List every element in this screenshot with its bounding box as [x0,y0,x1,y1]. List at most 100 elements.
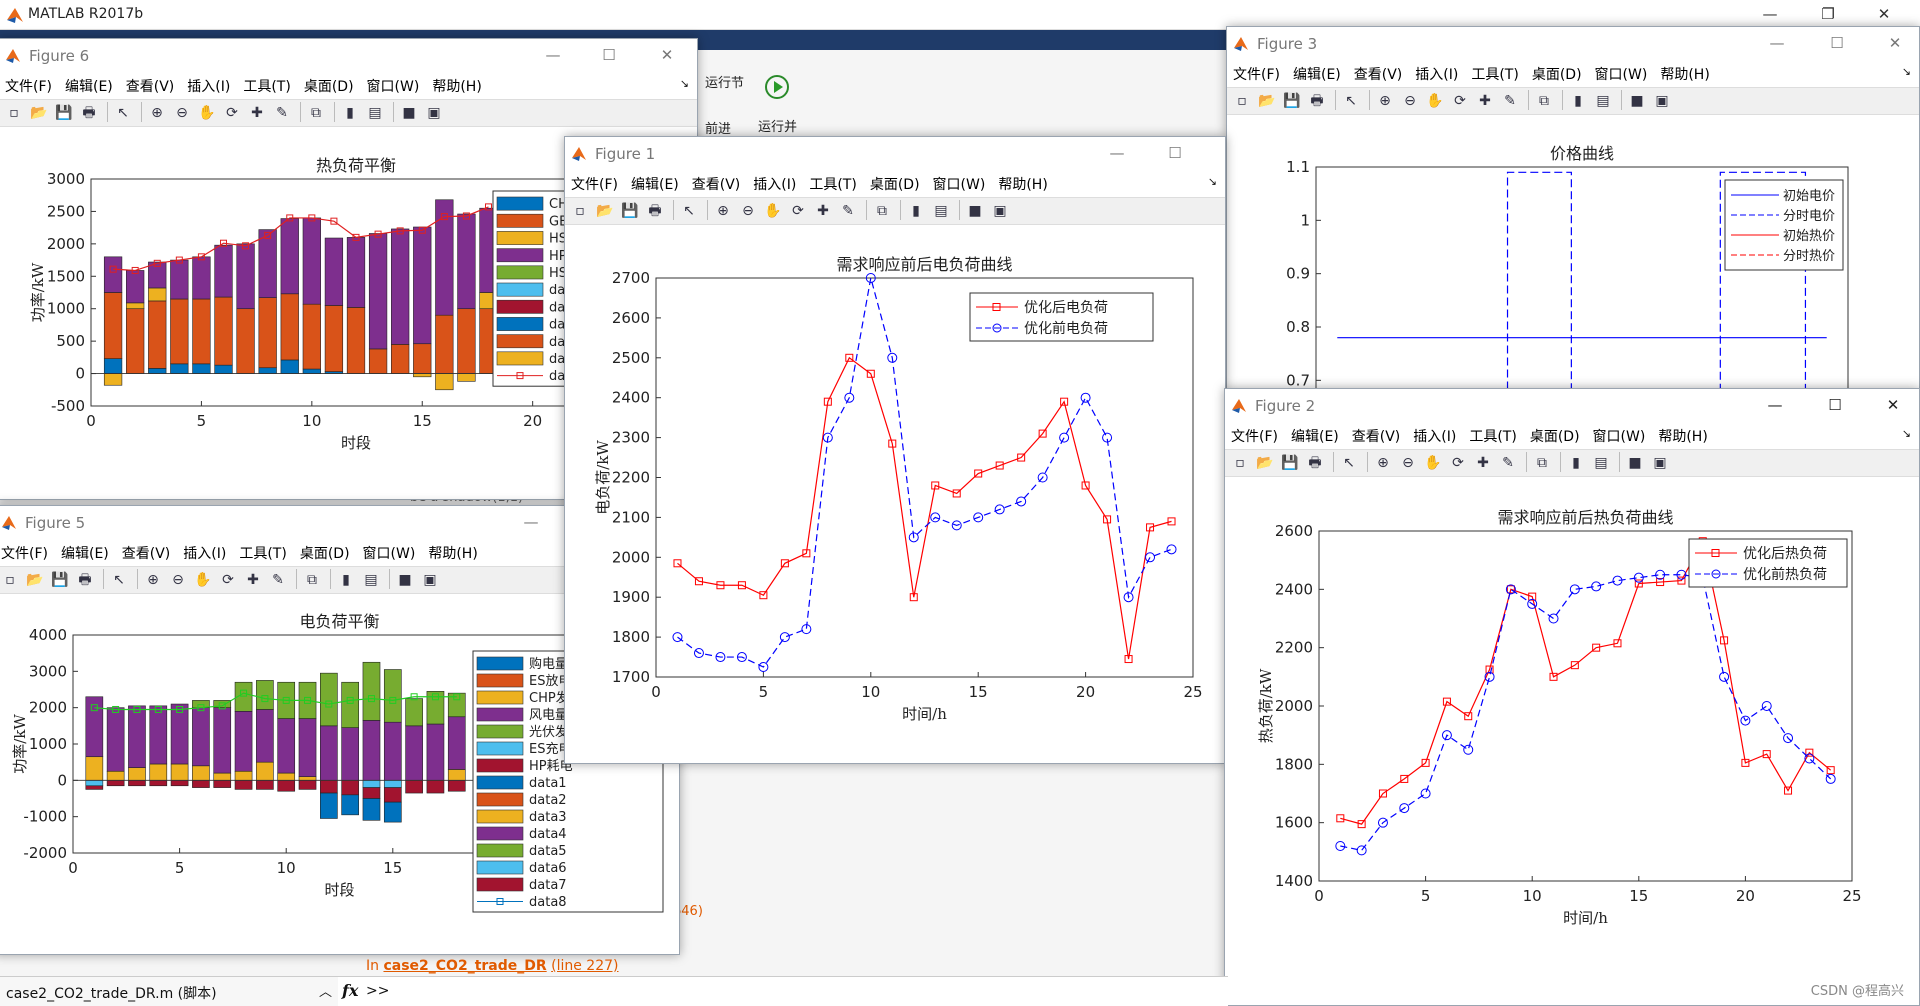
zoom-out-icon[interactable]: ⊖ [737,200,759,222]
menu-item-2[interactable]: 查看(V) [116,540,178,563]
rotate-icon[interactable]: ⟳ [1447,452,1469,474]
rotate-icon[interactable]: ⟳ [1449,90,1471,112]
zoom-out-icon[interactable]: ⊖ [171,102,193,124]
show-plot-tools-icon[interactable]: ▣ [423,102,445,124]
menu-item-4[interactable]: 工具(T) [1463,423,1523,446]
open-folder-icon[interactable]: 📂 [28,102,50,124]
zoom-out-icon[interactable]: ⊖ [167,569,189,591]
pointer-icon[interactable]: ↖ [1338,452,1360,474]
pointer-icon[interactable]: ↖ [108,569,130,591]
legend-icon[interactable]: ▤ [360,569,382,591]
menu-item-5[interactable]: 桌面(D) [298,73,361,96]
menu-item-5[interactable]: 桌面(D) [1524,423,1587,446]
rotate-icon[interactable]: ⟳ [787,200,809,222]
dock-arrow-icon[interactable]: ↘ [1902,427,1911,440]
link-icon[interactable]: ⧉ [871,200,893,222]
zoom-out-icon[interactable]: ⊖ [1399,90,1421,112]
close-icon[interactable]: ✕ [1874,4,1894,24]
pointer-icon[interactable]: ↖ [678,200,700,222]
menu-item-7[interactable]: 帮助(H) [422,540,484,563]
menu-item-3[interactable]: 插入(I) [1409,61,1465,84]
maximize-icon[interactable]: ☐ [1825,395,1845,415]
show-plot-tools-icon[interactable]: ▣ [419,569,441,591]
menu-item-2[interactable]: 查看(V) [120,73,182,96]
maximize-icon[interactable]: ☐ [1165,143,1185,163]
new-file-icon[interactable]: ▫ [1231,90,1253,112]
colorbar-icon[interactable]: ▮ [339,102,361,124]
zoom-in-icon[interactable]: ⊕ [146,102,168,124]
legend-icon[interactable]: ▤ [364,102,386,124]
minimize-icon[interactable]: — [1760,4,1780,24]
print-icon[interactable]: 🖶 [1306,90,1328,112]
minimize-icon[interactable]: — [543,45,563,65]
brush-icon[interactable]: ✎ [267,569,289,591]
command-prompt[interactable]: fx >> [338,976,1228,1006]
brush-icon[interactable]: ✎ [1497,452,1519,474]
pointer-icon[interactable]: ↖ [1340,90,1362,112]
show-plot-tools-icon[interactable]: ▣ [989,200,1011,222]
colorbar-icon[interactable]: ▮ [1565,452,1587,474]
advance-label[interactable]: 前进 [705,118,731,137]
menu-item-1[interactable]: 编辑(E) [1287,61,1348,84]
menu-item-5[interactable]: 桌面(D) [864,171,927,194]
run-section-icon[interactable] [762,72,792,102]
current-file-name[interactable]: case2_CO2_trade_DR.m (脚本) [6,983,217,1003]
minimize-icon[interactable]: — [1765,395,1785,415]
figure-1-window[interactable]: Figure 1 — ☐ ✕ 文件(F)编辑(E)查看(V)插入(I)工具(T)… [564,136,1226,764]
run-section-label[interactable]: 运行节 [705,72,744,91]
show-plot-tools-icon[interactable]: ▣ [1651,90,1673,112]
menu-item-1[interactable]: 编辑(E) [1285,423,1346,446]
menu-item-0[interactable]: 文件(F) [0,73,59,96]
new-file-icon[interactable]: ▫ [0,569,21,591]
menu-item-4[interactable]: 工具(T) [803,171,863,194]
menu-item-7[interactable]: 帮助(H) [992,171,1054,194]
rotate-icon[interactable]: ⟳ [221,102,243,124]
rotate-icon[interactable]: ⟳ [217,569,239,591]
link-icon[interactable]: ⧉ [305,102,327,124]
menu-item-7[interactable]: 帮助(H) [1652,423,1714,446]
pan-icon[interactable]: ✋ [196,102,218,124]
save-icon[interactable]: 💾 [49,569,71,591]
chevron-up-icon[interactable]: ︿ [319,981,332,1000]
data-cursor-icon[interactable]: ✚ [1474,90,1496,112]
menu-item-3[interactable]: 插入(I) [1407,423,1463,446]
print-icon[interactable]: 🖶 [644,200,666,222]
close-icon[interactable]: ✕ [1885,33,1905,53]
menu-item-4[interactable]: 工具(T) [237,73,297,96]
menu-item-3[interactable]: 插入(I) [181,73,237,96]
print-icon[interactable]: 🖶 [78,102,100,124]
menu-item-7[interactable]: 帮助(H) [1654,61,1716,84]
menu-item-6[interactable]: 窗口(W) [927,171,993,194]
hide-plot-tools-icon[interactable]: ■ [1626,90,1648,112]
zoom-out-icon[interactable]: ⊖ [1397,452,1419,474]
menu-item-6[interactable]: 窗口(W) [361,73,427,96]
pan-icon[interactable]: ✋ [762,200,784,222]
menu-item-6[interactable]: 窗口(W) [357,540,423,563]
maximize-icon[interactable]: ☐ [599,45,619,65]
menu-item-3[interactable]: 插入(I) [747,171,803,194]
maximize-icon[interactable]: ☐ [1827,33,1847,53]
menu-item-6[interactable]: 窗口(W) [1587,423,1653,446]
data-cursor-icon[interactable]: ✚ [242,569,264,591]
open-folder-icon[interactable]: 📂 [1256,90,1278,112]
hide-plot-tools-icon[interactable]: ■ [394,569,416,591]
pan-icon[interactable]: ✋ [192,569,214,591]
print-icon[interactable]: 🖶 [74,569,96,591]
hide-plot-tools-icon[interactable]: ■ [398,102,420,124]
error-function-link[interactable]: case2_CO2_trade_DR [383,958,546,974]
menu-item-5[interactable]: 桌面(D) [1526,61,1589,84]
zoom-in-icon[interactable]: ⊕ [1374,90,1396,112]
minimize-icon[interactable]: — [1107,143,1127,163]
save-icon[interactable]: 💾 [53,102,75,124]
new-file-icon[interactable]: ▫ [3,102,25,124]
run-and-time-label[interactable]: 运行并 [758,116,797,135]
brush-icon[interactable]: ✎ [271,102,293,124]
hide-plot-tools-icon[interactable]: ■ [964,200,986,222]
restore-icon[interactable]: ❐ [1818,4,1838,24]
colorbar-icon[interactable]: ▮ [905,200,927,222]
new-file-icon[interactable]: ▫ [569,200,591,222]
menu-item-1[interactable]: 编辑(E) [625,171,686,194]
menu-item-2[interactable]: 查看(V) [686,171,748,194]
close-icon[interactable]: ✕ [1223,143,1225,163]
close-icon[interactable]: ✕ [657,45,677,65]
